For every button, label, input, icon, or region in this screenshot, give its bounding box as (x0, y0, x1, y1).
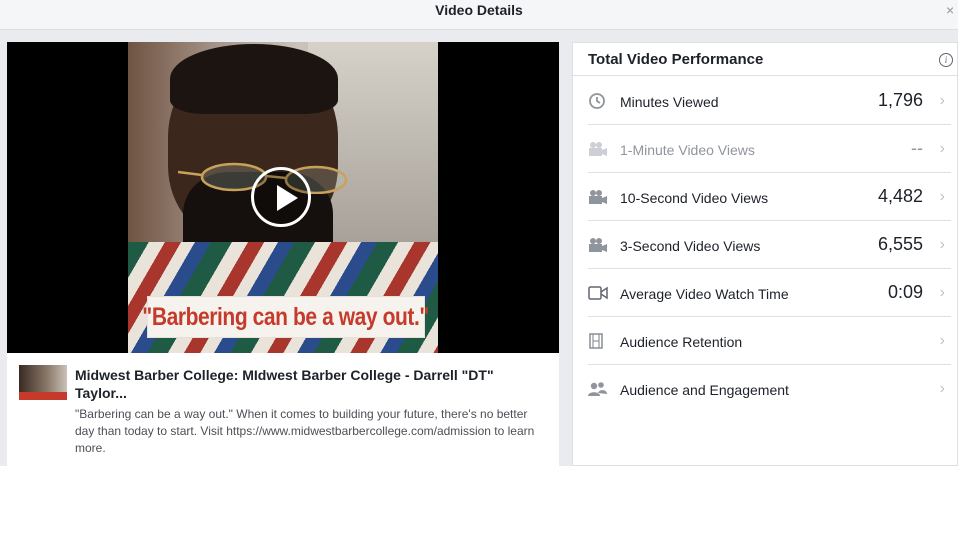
metric-label: Minutes Viewed (620, 94, 719, 110)
dialog-titlebar: Video Details × (0, 0, 958, 30)
metric-value: 4,482 (877, 186, 923, 206)
post-description: "Barbering can be a way out." When it co… (75, 407, 535, 455)
performance-panel: Total Video Performance i Minutes Viewed… (572, 42, 958, 466)
video-caption-text: "Barbering can be a way out." (142, 302, 430, 331)
close-icon[interactable]: × (946, 2, 958, 18)
metric-label: Audience Retention (620, 334, 743, 350)
performance-header: Total Video Performance i (573, 43, 958, 76)
chevron-right-icon: › (939, 380, 945, 397)
metric-label: 10-Second Video Views (620, 190, 769, 206)
metric-label: Average Video Watch Time (620, 286, 789, 302)
clock-icon (589, 93, 605, 109)
film-icon (589, 333, 603, 349)
video-details-dialog: Video Details × "Barbering can be a way … (0, 0, 958, 466)
dialog-title: Video Details (435, 2, 523, 18)
chevron-right-icon: › (939, 284, 945, 301)
video-caption: "Barbering can be a way out." (143, 296, 430, 338)
metric-row-average-watch-time[interactable]: Average Video Watch Time 0:09 › (588, 269, 951, 317)
chevron-right-icon: › (939, 188, 945, 205)
metric-row-3-second-views[interactable]: 3-Second Video Views 6,555 › (588, 221, 951, 269)
play-icon (277, 185, 298, 211)
metric-label: Audience and Engagement (620, 382, 789, 398)
video-outline-icon (588, 286, 608, 300)
video-camera-icon (589, 190, 607, 204)
metric-value: -- (911, 138, 923, 158)
metric-label: 1-Minute Video Views (620, 142, 755, 158)
info-icon[interactable]: i (939, 53, 953, 67)
metric-row-10-second-views[interactable]: 10-Second Video Views 4,482 › (588, 173, 951, 221)
post-info: Midwest Barber College: MIdwest Barber C… (7, 353, 559, 466)
metric-row-minutes-viewed[interactable]: Minutes Viewed 1,796 › (588, 77, 951, 125)
metric-value: 0:09 (887, 282, 923, 302)
video-camera-icon (589, 238, 607, 252)
video-camera-icon (589, 142, 607, 156)
metric-row-audience-engagement[interactable]: Audience and Engagement › (588, 365, 951, 413)
metric-row-audience-retention[interactable]: Audience Retention › (588, 317, 951, 365)
performance-title: Total Video Performance (588, 51, 764, 68)
post-title[interactable]: Midwest Barber College: MIdwest Barber C… (75, 366, 535, 402)
chevron-right-icon: › (939, 332, 945, 349)
chevron-right-icon: › (939, 236, 945, 253)
metric-label: 3-Second Video Views (620, 238, 761, 254)
metric-row-1-minute-views[interactable]: 1-Minute Video Views -- › (588, 125, 951, 173)
people-icon (588, 382, 607, 396)
play-button[interactable] (251, 167, 311, 227)
chevron-right-icon: › (939, 92, 945, 109)
metric-value: 1,796 (877, 90, 923, 110)
post-thumbnail[interactable] (19, 365, 67, 400)
chevron-right-icon: › (939, 140, 945, 157)
metric-value: 6,555 (877, 234, 923, 254)
video-panel: "Barbering can be a way out." Midwest Ba… (7, 42, 559, 466)
video-player[interactable]: "Barbering can be a way out." (7, 42, 559, 353)
